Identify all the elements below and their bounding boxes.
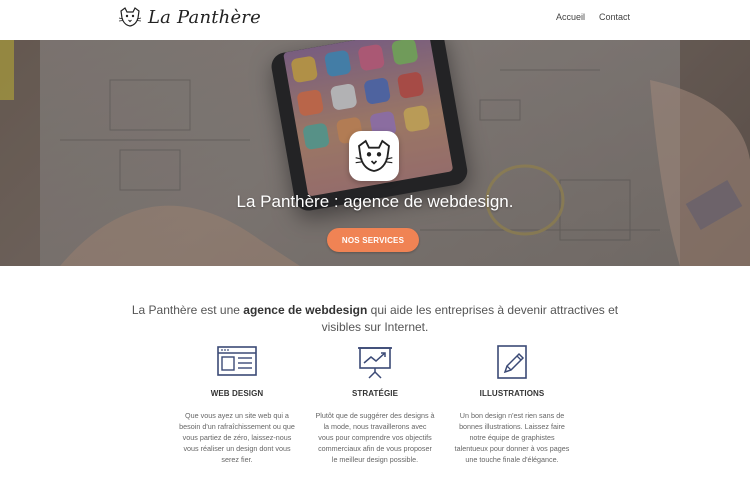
- intro-text-after: qui aide les entreprises à devenir attra…: [321, 303, 619, 334]
- hero-banner: La Panthère : agence de webdesign. NOS S…: [0, 40, 750, 266]
- services-cta-button[interactable]: NOS SERVICES: [327, 228, 419, 252]
- main-nav: Accueil Contact: [556, 12, 630, 22]
- site-header: La Panthère Accueil Contact: [0, 0, 750, 41]
- presentation-chart-icon: [358, 347, 392, 379]
- service-description: Un bon design n'est rien sans de bonnes …: [454, 411, 570, 464]
- intro-text-bold: agence de webdesign: [243, 303, 368, 317]
- service-description: Plutôt que de suggérer des designs à la …: [315, 411, 435, 464]
- service-strategie: STRATÉGIE Plutôt que de suggérer des des…: [315, 345, 435, 465]
- service-title: STRATÉGIE: [351, 389, 399, 398]
- service-title: WEB DESIGN: [210, 389, 264, 398]
- nav-contact-link[interactable]: Contact: [599, 12, 630, 22]
- brand-name: La Panthère: [148, 6, 261, 28]
- pencil-icon: [497, 345, 527, 379]
- web-design-icon: [217, 346, 257, 376]
- intro-text: La Panthère est une agence de webdesign …: [120, 302, 630, 336]
- nav-home-link[interactable]: Accueil: [556, 12, 585, 22]
- panther-logo-icon: [355, 139, 393, 172]
- hero-title: La Panthère : agence de webdesign.: [236, 192, 514, 211]
- service-description: Que vous ayez un site web qui a besoin d…: [179, 411, 295, 464]
- service-title: ILLUSTRATIONS: [479, 389, 545, 398]
- hero-panther-logo: [349, 131, 399, 181]
- intro-text-before: La Panthère est une: [131, 303, 244, 317]
- services-section: WEB DESIGN Que vous ayez un site web qui…: [0, 345, 750, 500]
- service-web-design: WEB DESIGN Que vous ayez un site web qui…: [177, 345, 297, 465]
- service-illustrations: ILLUSTRATIONS Un bon design n'est rien s…: [452, 345, 572, 465]
- brand[interactable]: La Panthère: [118, 5, 261, 29]
- panther-logo-icon: [118, 7, 142, 27]
